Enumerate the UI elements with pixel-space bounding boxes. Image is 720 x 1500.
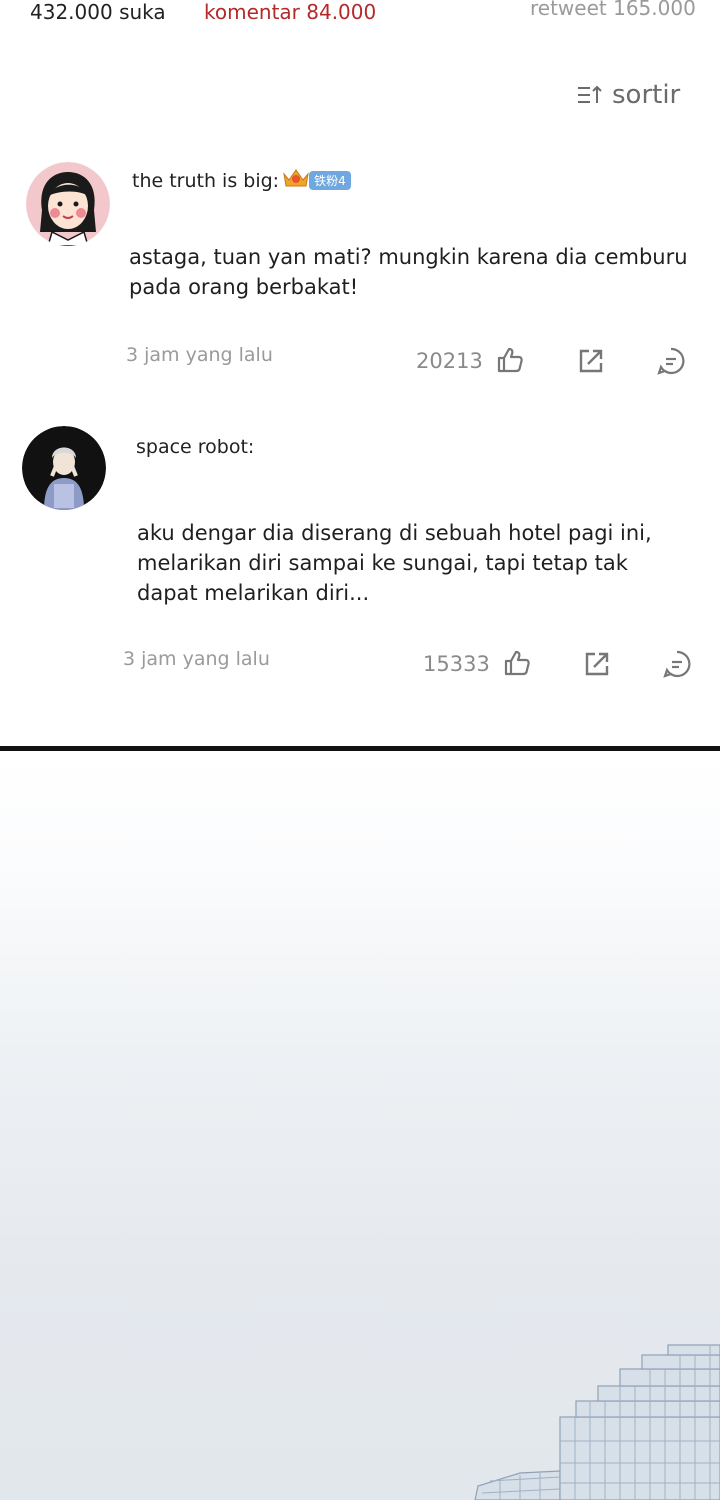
like-count: 15333 [423,652,490,676]
sort-button[interactable]: sortir [576,80,680,110]
retweets-count: retweet 165.000 [530,0,696,20]
avatar[interactable] [26,162,110,246]
comment-text: astaga, tuan yan mati? mungkin karena di… [129,245,688,299]
fan-badge: 铁粉4 [281,166,351,195]
share-icon[interactable] [577,347,605,379]
badge-label: 铁粉4 [309,171,351,190]
reply-icon[interactable] [656,346,686,380]
like-count: 20213 [416,349,483,373]
comment-time: 3 jam yang lalu [123,648,270,670]
building-illustration [474,1344,720,1500]
stats-bar: 432.000 suka komentar 84.000 retweet 165… [0,0,720,34]
thumbs-up-icon[interactable] [496,346,524,378]
sort-icon [576,82,604,108]
comment-time: 3 jam yang lalu [126,344,273,366]
comment-username[interactable]: space robot: [136,436,254,458]
comment-username-row: space robot: [136,436,254,458]
comment-text: aku dengar dia diserang di sebuah hotel … [137,521,652,605]
likes-count: 432.000 suka [30,0,166,24]
reply-icon[interactable] [662,649,692,683]
crown-icon [281,166,311,195]
thumbs-up-icon[interactable] [503,649,531,681]
comment-username[interactable]: the truth is big: [132,170,279,192]
comments-count[interactable]: komentar 84.000 [204,0,376,24]
sky-scene [0,751,720,1500]
avatar[interactable] [22,426,106,510]
comment-username-row: the truth is big: 铁粉4 [132,166,351,195]
share-icon[interactable] [583,650,611,682]
sort-label: sortir [612,80,681,110]
